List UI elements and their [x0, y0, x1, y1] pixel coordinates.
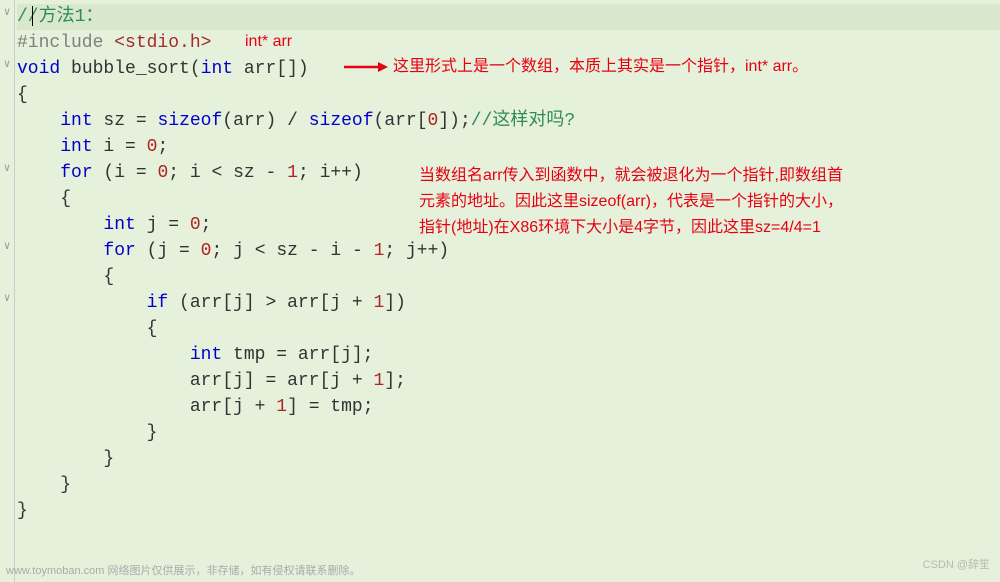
code-line: } [17, 498, 1000, 524]
code-line: int i = 0; [17, 134, 1000, 160]
code-line: arr[j] = arr[j + 1]; [17, 368, 1000, 394]
code-line: #include <stdio.h> [17, 30, 1000, 56]
code-line: //方法1： [17, 4, 1000, 30]
annotation-arrow-note: 这里形式上是一个数组，本质上其实是一个指针，int* arr。 [393, 55, 808, 79]
fold-mark[interactable]: ∨ [0, 52, 14, 78]
code-line: int sz = sizeof(arr) / sizeof(arr[0]);//… [17, 108, 1000, 134]
code-line: { [17, 82, 1000, 108]
code-line: for (j = 0; j < sz - i - 1; j++) [17, 238, 1000, 264]
code-line: } [17, 420, 1000, 446]
fold-mark[interactable]: ∨ [0, 286, 14, 312]
code-editor: ∨ ∨ ∨ ∨ ∨ //方法1： #include <stdio.h> void… [0, 0, 1000, 582]
arrow-icon [344, 60, 382, 74]
annotation-para-2: 元素的地址。因此这里sizeof(arr)，代表是一个指针的大小， [419, 190, 843, 214]
code-line: } [17, 446, 1000, 472]
code-line: { [17, 264, 1000, 290]
fold-mark[interactable]: ∨ [0, 0, 14, 26]
annotation-top-label: int* arr [245, 30, 292, 54]
code-line: if (arr[j] > arr[j + 1]) [17, 290, 1000, 316]
fold-mark[interactable]: ∨ [0, 234, 14, 260]
annotation-para-1: 当数组名arr传入到函数中，就会被退化为一个指针,即数组首 [419, 164, 843, 188]
code-line: arr[j + 1] = tmp; [17, 394, 1000, 420]
code-content[interactable]: //方法1： #include <stdio.h> void bubble_so… [15, 0, 1000, 582]
watermark-csdn: CSDN @辞笙 [923, 556, 990, 572]
code-line: { [17, 316, 1000, 342]
watermark-text: www.toymoban.com 网络图片仅供展示，非存储，如有侵权请联系删除。 [6, 562, 360, 578]
code-line: int tmp = arr[j]; [17, 342, 1000, 368]
annotation-para-3: 指针(地址)在X86环境下大小是4字节，因此这里sz=4/4=1 [419, 216, 821, 240]
fold-mark[interactable] [0, 78, 14, 104]
fold-mark[interactable]: ∨ [0, 156, 14, 182]
editor-gutter: ∨ ∨ ∨ ∨ ∨ [0, 0, 15, 582]
code-line: } [17, 472, 1000, 498]
text-cursor [32, 6, 33, 26]
fold-mark[interactable] [0, 26, 14, 52]
